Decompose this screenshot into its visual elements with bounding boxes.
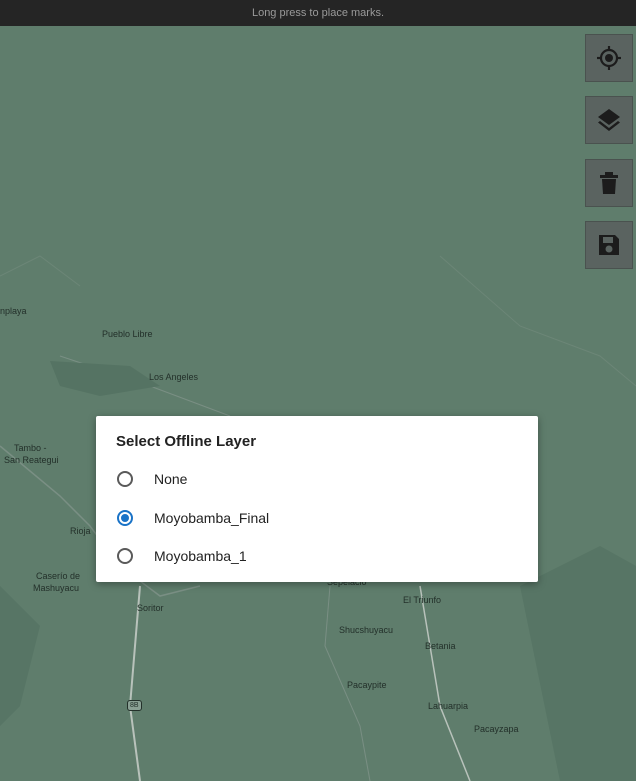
hint-bar: Long press to place marks. xyxy=(0,0,636,26)
map-place-label: Rioja xyxy=(70,526,91,536)
my-location-button[interactable] xyxy=(585,34,633,82)
layer-option-label: None xyxy=(154,471,188,487)
map-place-label: Pacayzapa xyxy=(474,724,519,734)
radio-button[interactable] xyxy=(117,471,133,487)
map-place-label: Betania xyxy=(425,641,456,651)
trash-icon xyxy=(600,172,618,194)
map-place-label: El Triunfo xyxy=(403,595,442,605)
radio-button[interactable] xyxy=(117,548,133,564)
floppy-disk-icon xyxy=(599,235,619,255)
hint-text: Long press to place marks. xyxy=(251,7,385,19)
layer-option-label: Moyobamba_1 xyxy=(154,548,247,564)
map-place-label: Caserío de xyxy=(36,571,81,581)
map-place-label: Pueblo Libre xyxy=(102,329,153,339)
map-terrain xyxy=(0,26,636,781)
radio-button-selected[interactable] xyxy=(117,510,133,526)
map-place-label: San Reategui xyxy=(4,455,59,465)
save-button[interactable] xyxy=(585,221,633,269)
map-place-label: Shucshuyacu xyxy=(339,625,394,635)
map-view[interactable]: nplaya Pueblo Libre Los Angeles Tambo - … xyxy=(0,26,636,781)
select-offline-layer-dialog: Select Offline Layer None Moyobamba_Fina… xyxy=(96,416,538,582)
delete-button[interactable] xyxy=(585,159,633,207)
layer-option-moyobamba-1[interactable]: Moyobamba_1 xyxy=(96,537,538,575)
layer-option-label: Moyobamba_Final xyxy=(154,510,270,526)
crosshair-icon xyxy=(597,46,621,70)
map-place-label: nplaya xyxy=(0,306,27,316)
map-place-label: Pacaypite xyxy=(347,680,387,690)
layers-button[interactable] xyxy=(585,96,633,144)
map-place-label: Los Angeles xyxy=(149,372,199,382)
layer-option-none[interactable]: None xyxy=(96,460,538,498)
map-place-label: Tambo - xyxy=(14,443,47,453)
map-place-label: Lahuarpia xyxy=(428,701,469,711)
map-place-label: Soritor xyxy=(137,603,164,613)
dialog-title: Select Offline Layer xyxy=(116,433,257,450)
road-number-badge: 8B xyxy=(127,700,142,711)
map-place-label: Mashuyacu xyxy=(33,583,80,593)
layers-icon xyxy=(598,109,620,131)
layer-option-moyobamba-final[interactable]: Moyobamba_Final xyxy=(96,499,538,537)
